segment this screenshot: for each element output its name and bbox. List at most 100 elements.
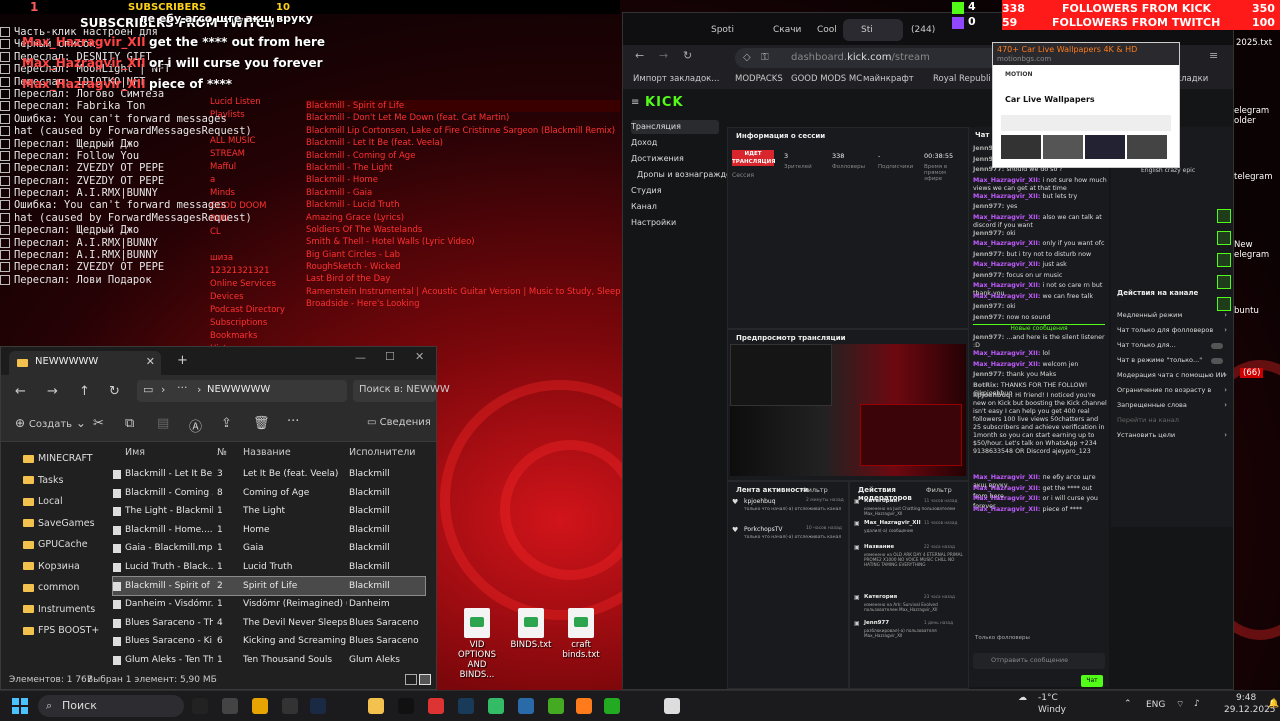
close-window-icon[interactable]: ✕ <box>415 350 424 363</box>
playlist-row[interactable]: Blackmill - Lucid Truth <box>306 199 620 211</box>
nav-item[interactable]: Instruments <box>23 600 95 620</box>
language-indicator[interactable]: ENG <box>1146 700 1165 710</box>
playlist-row[interactable]: Blackmill - Spirit of Life <box>306 100 620 113</box>
taskbar-search[interactable]: ⌕ Поиск <box>38 695 184 717</box>
player-sidebar-item[interactable]: Online Services <box>210 278 300 291</box>
channel-action-item[interactable]: Модерация чата с помощью ИИ <box>1117 371 1225 379</box>
file-row[interactable]: Blackmill - Spirit of ... 2 Spirit of Life… <box>112 575 426 596</box>
file-row[interactable]: Glum Aleks - Ten Th... 1 Ten Thousand Soul… <box>113 651 425 669</box>
github-icon[interactable] <box>398 698 414 714</box>
channel-action-item[interactable]: Медленный режим <box>1117 311 1182 319</box>
desktop-file-vid-options[interactable]: VID OPTIONS AND BINDS... <box>452 608 502 680</box>
tool-icon[interactable] <box>1217 231 1231 245</box>
chat-username[interactable]: Max_Hazragvir_XII: <box>973 495 1043 502</box>
playlist-row[interactable]: Amazing Grace (Lyrics) <box>306 212 620 224</box>
tray-chevron-icon[interactable]: ⌃ <box>1124 699 1132 709</box>
player-sidebar-item[interactable]: Mafful <box>210 161 300 174</box>
nav-item[interactable]: common <box>23 578 79 598</box>
file-row[interactable]: The Light - Blackmil... 1 The Light Blackmi… <box>113 502 425 520</box>
app-icon[interactable] <box>518 698 534 714</box>
address-bar[interactable]: ▭ › ··· › NEWWWWW <box>137 380 347 402</box>
back-icon[interactable]: ← <box>635 49 644 62</box>
refresh-icon[interactable]: ↻ <box>109 384 120 399</box>
bookmark-item[interactable]: Импорт закладок... <box>633 74 719 84</box>
tag[interactable]: epic <box>1183 167 1195 174</box>
chat-username[interactable]: Max_Hazragvir_XII: <box>973 485 1043 492</box>
kick-nav-item[interactable]: Настройки <box>631 216 676 230</box>
chat-username[interactable]: Jenn977: <box>973 303 1006 310</box>
playlist-row[interactable]: Blackmill - Let It Be (feat. Veela) <box>306 137 620 149</box>
player-sidebar-item[interactable]: Minds <box>210 187 300 200</box>
column-header-name[interactable]: Имя <box>125 447 145 458</box>
chat-username[interactable]: Max_Hazragvir_XII: <box>973 361 1043 368</box>
tool-icon[interactable] <box>1217 209 1231 223</box>
search-input[interactable]: Поиск в: NEWWW <box>353 380 450 402</box>
channel-action-item[interactable]: Чат только для... <box>1117 341 1176 349</box>
playlist-row[interactable]: Blackmill - Coming of Age <box>306 150 620 162</box>
firefox-icon[interactable] <box>576 698 592 714</box>
file-row[interactable]: Blackmill - Let It Be ... 3 Let It Be (fea… <box>113 465 425 483</box>
toggle-switch[interactable] <box>1211 358 1223 364</box>
maximize-icon[interactable]: ☐ <box>385 350 395 363</box>
channel-action-item[interactable]: Чат только для фолловеров <box>1117 326 1213 334</box>
bookmark-item[interactable]: MODPACKS <box>735 74 783 84</box>
player-sidebar-item[interactable]: 12321321321 <box>210 265 300 278</box>
kick-nav-item[interactable]: Канал <box>631 200 657 214</box>
chat-username[interactable]: Jenn977: <box>973 272 1006 279</box>
chat-username[interactable]: Max_Hazragvir_XII: <box>973 261 1043 268</box>
kick-nav-item[interactable]: Студия <box>631 184 662 198</box>
tiles-view-icon[interactable] <box>419 674 431 685</box>
nav-item[interactable]: MINECRAFT <box>23 449 93 469</box>
browser-tab[interactable]: (244) <box>893 19 951 41</box>
chat-username[interactable]: Jenn977: <box>973 334 1006 341</box>
player-sidebar-item[interactable]: Subscriptions <box>210 317 300 330</box>
channel-action-item[interactable]: Перейти на канал <box>1117 416 1179 424</box>
close-tab-icon[interactable]: ✕ <box>146 355 155 368</box>
mod-filter[interactable]: Фильтр <box>926 486 952 494</box>
player-sidebar-item[interactable]: Podcast Directory <box>210 304 300 317</box>
player-sidebar-item[interactable]: a <box>210 174 300 187</box>
file-row[interactable]: Blackmill - Coming ... 8 Coming of Age Blac… <box>113 484 425 502</box>
more-options-icon[interactable]: ··· <box>287 414 299 429</box>
reload-icon[interactable]: ↻ <box>683 49 692 62</box>
desktop-file-date[interactable]: 2025.txt <box>1236 38 1272 48</box>
up-arrow-icon[interactable]: ↑ <box>79 384 90 399</box>
channel-action-item[interactable]: Чат в режиме "только..." <box>1117 356 1202 364</box>
paste-icon[interactable]: ▤ <box>157 416 169 431</box>
file-row[interactable]: Lucid Truth - Black... 1 Lucid Truth Blackm… <box>113 558 425 576</box>
player-sidebar-item[interactable]: STREAM <box>210 148 300 161</box>
chat-username[interactable]: Max_Hazragvir_XII: <box>973 474 1043 481</box>
activity-user[interactable]: PorkchopsTV <box>744 526 783 533</box>
app-icon[interactable] <box>604 698 620 714</box>
tag[interactable]: English <box>1141 167 1163 174</box>
kick-logo[interactable]: KICK <box>645 95 684 110</box>
nav-item[interactable]: Local <box>23 492 63 512</box>
channel-action-item[interactable]: Установить цели <box>1117 431 1175 439</box>
clock-time[interactable]: 9:48 <box>1236 693 1256 703</box>
playlist-row[interactable]: Last Bird of the Day <box>306 273 620 285</box>
player-sidebar-item[interactable]: Bookmarks <box>210 330 300 343</box>
windows-start-icon[interactable] <box>12 698 28 714</box>
nav-item[interactable]: Tasks <box>23 471 63 491</box>
chat-username[interactable]: Jenn977: <box>973 314 1006 321</box>
app-icon[interactable] <box>488 698 504 714</box>
app-icon[interactable] <box>310 698 326 714</box>
tool-icon[interactable] <box>1217 275 1231 289</box>
nav-item[interactable]: SaveGames <box>23 514 95 534</box>
bookmark-item[interactable]: майнкрафт <box>863 74 914 84</box>
file-row[interactable]: Gaia - Blackmill.mp3 1 Gaia Blackmill <box>113 539 425 557</box>
desktop-folder-new-telegram[interactable]: New elegram <box>1234 240 1280 260</box>
file-row[interactable]: Danheim - Visdómr... 1 Visdómr (Reimagined… <box>113 595 425 613</box>
activity-user[interactable]: kpjoehbuq <box>744 498 776 505</box>
nav-item[interactable]: GPUCache <box>23 535 88 555</box>
player-sidebar-item[interactable]: Devices <box>210 291 300 304</box>
playlist-row[interactable]: Broadside - Here's Looking <box>306 298 620 310</box>
desktop-folder-telegram2[interactable]: telegram <box>1234 172 1280 182</box>
volume-icon[interactable]: ♪ <box>1194 699 1200 709</box>
player-sidebar-item[interactable]: шиза <box>210 252 300 265</box>
details-view-icon[interactable] <box>405 674 417 685</box>
wifi-icon[interactable]: ⌔ <box>1176 699 1184 710</box>
bookmark-item[interactable]: Royal Republi <box>933 74 991 84</box>
playlist-row[interactable]: Blackmill - Gaia <box>306 187 620 199</box>
rename-icon[interactable]: Ⓐ <box>189 416 202 435</box>
